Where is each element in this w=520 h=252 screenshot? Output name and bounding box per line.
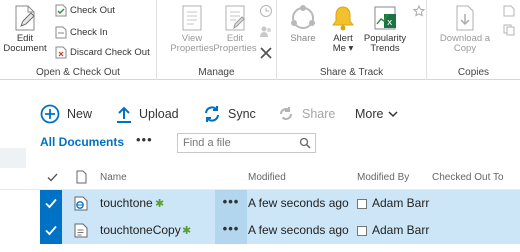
group-manage: View Properties Edit Properties Manage	[157, 0, 277, 80]
edit-properties-label-2: Properties	[213, 43, 257, 54]
group-label-open-checkout: Open & Check Out	[36, 67, 120, 78]
more-button[interactable]: More	[355, 103, 405, 125]
upload-label: Upload	[139, 107, 179, 121]
modified-by-link[interactable]: Adam Barr	[372, 190, 429, 217]
alert-me-button[interactable]: Alert Me ▾	[325, 4, 361, 54]
check-out-button[interactable]: Check Out	[55, 4, 115, 18]
share-button[interactable]: Share	[277, 103, 335, 125]
new-label: New	[67, 107, 93, 121]
popularity-trends-icon: x	[374, 6, 396, 30]
text-file-icon	[74, 223, 88, 238]
more-label: More	[355, 107, 384, 121]
view-properties-button[interactable]: View Properties	[167, 4, 217, 54]
row-select-checkbox[interactable]	[40, 190, 62, 217]
command-bar: New Upload Sync Share More	[0, 100, 520, 126]
download-copy-button[interactable]: Download a Copy	[435, 4, 495, 54]
row-ellipsis-button[interactable]: •••	[215, 217, 247, 244]
table-row[interactable]: touchtoneCopy ✱ ••• A few seconds ago Ad…	[40, 217, 520, 244]
presence-indicator	[357, 226, 367, 236]
chevron-down-icon	[388, 111, 399, 118]
download-copy-label-2: Copy	[453, 43, 477, 54]
group-share-track: Share Alert Me ▾ x Popularity Trends Sha…	[277, 0, 427, 80]
presence-indicator	[357, 199, 367, 209]
row-ellipsis-button[interactable]: •••	[215, 190, 247, 217]
shared-with-icon[interactable]	[259, 24, 273, 38]
view-selector[interactable]: All Documents	[40, 135, 124, 149]
sync-label: Sync	[228, 107, 256, 121]
check-in-label: Check In	[70, 27, 108, 39]
check-out-label: Check Out	[70, 5, 115, 17]
sync-icon	[205, 106, 219, 122]
column-modified[interactable]: Modified	[248, 172, 286, 183]
follow-star-icon[interactable]	[413, 5, 425, 17]
ribbon: Edit Document Check Out Check In Discard…	[0, 0, 520, 80]
row-select-checkbox[interactable]	[40, 217, 62, 244]
web-file-icon	[74, 196, 88, 211]
search-input[interactable]: Find a file	[177, 133, 316, 153]
check-out-icon	[55, 4, 67, 17]
share-cmd-icon	[280, 107, 292, 120]
discard-check-out-label: Discard Check Out	[70, 47, 150, 59]
table-row[interactable]: touchtone ✱ ••• A few seconds ago Adam B…	[40, 190, 520, 217]
discard-check-out-icon	[55, 46, 67, 59]
send-to-icon[interactable]	[503, 5, 515, 17]
share-ribbon-button[interactable]: Share	[283, 4, 323, 44]
svg-text:x: x	[387, 18, 393, 28]
check-in-button[interactable]: Check In	[55, 26, 108, 40]
alert-me-label-2: Me ▾	[332, 43, 354, 54]
table-header: Name Modified Modified By Checked Out To	[0, 164, 520, 190]
popularity-trends-button[interactable]: x Popularity Trends	[361, 4, 409, 54]
view-properties-label-2: Properties	[170, 43, 214, 54]
group-label-manage: Manage	[198, 67, 235, 78]
share-ribbon-label: Share	[290, 33, 316, 44]
modified-by-link[interactable]: Adam Barr	[372, 217, 429, 244]
popularity-trends-label-2: Trends	[370, 43, 400, 54]
edit-document-label-2: Document	[3, 43, 47, 54]
group-label-copies: Copies	[457, 67, 490, 78]
file-name-link[interactable]: touchtone	[100, 190, 153, 217]
file-type-header-icon[interactable]	[76, 170, 87, 184]
download-icon	[456, 5, 474, 31]
new-item-icon: ✱	[155, 198, 165, 210]
edit-document-icon	[15, 5, 35, 31]
delete-icon[interactable]	[259, 46, 273, 60]
version-history-icon[interactable]	[259, 4, 273, 18]
file-name-link[interactable]: touchtoneCopy	[100, 217, 181, 244]
column-modified-by[interactable]: Modified By	[357, 172, 409, 183]
edit-properties-icon	[225, 5, 245, 31]
modified-value: A few seconds ago	[248, 223, 349, 237]
search-icon[interactable]	[299, 137, 311, 149]
sync-button[interactable]: Sync	[203, 103, 256, 125]
search-placeholder: Find a file	[183, 137, 231, 149]
share-icon	[291, 5, 315, 29]
share-label: Share	[302, 107, 336, 121]
group-label-share-track: Share & Track	[319, 67, 384, 78]
copy-icon[interactable]	[503, 24, 515, 36]
check-in-icon	[55, 26, 67, 39]
edit-properties-button[interactable]: Edit Properties	[211, 4, 259, 54]
bell-icon	[332, 6, 354, 31]
check-icon	[45, 198, 57, 209]
column-name[interactable]: Name	[100, 172, 127, 183]
edit-document-button[interactable]: Edit Document	[2, 4, 48, 54]
plus-circle-icon	[40, 104, 60, 124]
upload-icon	[117, 106, 131, 123]
view-properties-icon	[182, 5, 202, 31]
new-button[interactable]: New	[40, 103, 92, 125]
discard-check-out-button[interactable]: Discard Check Out	[55, 46, 150, 60]
column-checked-out-to[interactable]: Checked Out To	[432, 172, 504, 183]
select-all-check-icon[interactable]	[47, 172, 58, 183]
check-icon	[45, 225, 57, 236]
view-more-button[interactable]: •••	[136, 132, 153, 147]
group-open-checkout: Edit Document Check Out Check In Discard…	[0, 0, 157, 80]
new-item-icon: ✱	[182, 225, 192, 237]
upload-button[interactable]: Upload	[116, 103, 179, 125]
view-bar: All Documents ••• Find a file	[0, 132, 520, 154]
modified-value: A few seconds ago	[248, 196, 349, 210]
group-copies: Download a Copy Copies	[427, 0, 520, 80]
